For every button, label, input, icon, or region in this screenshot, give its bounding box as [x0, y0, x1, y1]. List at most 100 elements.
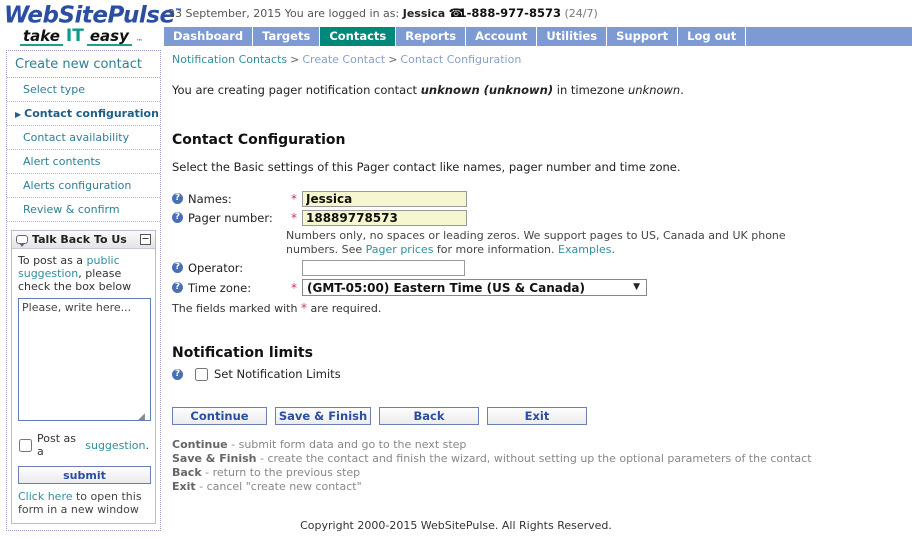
- legend-desc: - create the contact and finish the wiza…: [256, 452, 812, 465]
- names-input[interactable]: [302, 190, 467, 207]
- nav-item-utilities[interactable]: Utilities: [537, 27, 608, 46]
- legend-back: Back - return to the previous step: [172, 466, 902, 480]
- talk-back-text-pre: To post as a: [18, 254, 87, 267]
- nav-item-account[interactable]: Account: [466, 27, 538, 46]
- sidebar-item-contact-availability[interactable]: Contact availability: [7, 126, 160, 150]
- legend-desc: - cancel "create new contact": [195, 480, 362, 493]
- button-legend: Continue - submit form data and go to th…: [172, 438, 902, 494]
- minimize-icon[interactable]: ─: [140, 234, 151, 245]
- tagline-trademark-icon: ™: [135, 37, 143, 46]
- nav-item-contacts[interactable]: Contacts: [320, 27, 397, 46]
- legend-term: Continue: [172, 438, 228, 451]
- pager-hint-line1: Numbers only, no spaces or leading zeros…: [286, 229, 786, 242]
- sidebar-item-alerts-configuration[interactable]: Alerts configuration: [7, 174, 160, 198]
- post-as-suggestion-pre: Post as a: [37, 432, 76, 458]
- chevron-right-icon: ▶: [15, 110, 22, 119]
- legend-desc: - submit form data and go to the next st…: [227, 438, 467, 451]
- nav-item-reports[interactable]: Reports: [396, 27, 467, 46]
- intro-pre: You are creating pager notification cont…: [172, 83, 421, 97]
- header-date: 23 September, 2015: [168, 7, 282, 20]
- sidebar-item-label: Review & confirm: [23, 203, 120, 216]
- sidebar-item-label: Contact availability: [23, 131, 130, 144]
- legend-term: Exit: [172, 480, 196, 493]
- names-row: ? Names: *: [172, 190, 902, 207]
- talk-back-panel: Talk Back To Us ─ To post as a public su…: [11, 230, 156, 524]
- required-note-post: are required.: [306, 302, 382, 315]
- pager-number-hint: Numbers only, no spaces or leading zeros…: [286, 229, 826, 257]
- help-icon-names[interactable]: ?: [172, 193, 183, 204]
- breadcrumb-create-contact[interactable]: Create Contact: [302, 53, 385, 66]
- post-as-suggestion-checkbox[interactable]: [19, 438, 32, 452]
- header-availability: (24/7): [564, 7, 598, 20]
- pager-number-row: ? Pager number: *: [172, 209, 902, 226]
- sidebar-item-alert-contents[interactable]: Alert contents: [7, 150, 160, 174]
- page-footer: Copyright 2000-2015 WebSitePulse. All Ri…: [300, 519, 612, 532]
- help-icon-pager-number[interactable]: ?: [172, 212, 183, 223]
- sidebar-item-label: Alert contents: [23, 155, 101, 168]
- talk-back-title: Talk Back To Us: [32, 233, 127, 246]
- set-notification-limits-row: ? Set Notification Limits: [172, 367, 902, 381]
- nav-item-logout[interactable]: Log out: [678, 27, 747, 46]
- help-icon-operator[interactable]: ?: [172, 262, 183, 273]
- nav-item-targets[interactable]: Targets: [253, 27, 321, 46]
- sidebar-item-label: Contact configuration: [24, 107, 159, 120]
- help-icon-timezone[interactable]: ?: [172, 282, 183, 293]
- examples-link[interactable]: Examples: [558, 243, 611, 256]
- timezone-select-wrap: (GMT-05:00) Eastern Time (US & Canada) ▼: [302, 279, 647, 296]
- talk-back-header: Talk Back To Us ─: [12, 231, 155, 249]
- nav-item-dashboard[interactable]: Dashboard: [164, 27, 254, 46]
- legend-continue: Continue - submit form data and go to th…: [172, 438, 902, 452]
- intro-timezone: unknown: [627, 83, 681, 97]
- pager-number-input[interactable]: [302, 209, 467, 226]
- set-notification-limits-checkbox[interactable]: [195, 367, 208, 381]
- page-header: WebSitePulse™ take IT easy ™ 23 September, …: [0, 0, 912, 48]
- legend-exit: Exit - cancel "create new contact": [172, 480, 902, 494]
- pager-prices-link[interactable]: Pager prices: [366, 243, 434, 256]
- main-navigation: Dashboard Targets Contacts Reports Accou…: [164, 27, 912, 46]
- sidebar-item-contact-configuration[interactable]: ▶ Contact configuration: [7, 102, 160, 126]
- suggestion-link[interactable]: suggestion: [85, 439, 145, 452]
- timezone-label: Time zone:: [188, 280, 252, 295]
- section-description: Select the Basic settings of this Pager …: [172, 160, 681, 174]
- timezone-select[interactable]: (GMT-05:00) Eastern Time (US & Canada): [302, 279, 647, 296]
- header-username: Jessica: [402, 7, 446, 20]
- talk-back-textarea[interactable]: [18, 298, 151, 421]
- legend-term: Back: [172, 466, 202, 479]
- tagline-take: take: [20, 28, 63, 46]
- open-new-window-link[interactable]: Click here: [18, 490, 73, 503]
- legend-term: Save & Finish: [172, 452, 257, 465]
- back-button[interactable]: Back: [379, 407, 479, 425]
- exit-button[interactable]: Exit: [487, 407, 587, 425]
- operator-input[interactable]: [302, 259, 465, 276]
- sidebar-item-review-confirm[interactable]: Review & confirm: [7, 198, 160, 222]
- talk-back-instructions: To post as a public suggestion, please c…: [18, 254, 149, 293]
- logo[interactable]: WebSitePulse™ take IT easy ™: [4, 1, 183, 48]
- required-marker-timezone: *: [291, 280, 297, 295]
- sidebar-item-label: Select type: [23, 83, 86, 96]
- intro-contact-name: unknown (unknown): [420, 83, 554, 97]
- talk-back-submit-button[interactable]: submit: [18, 466, 151, 484]
- nav-filler: [746, 27, 912, 46]
- required-note-pre: The fields marked with: [172, 302, 301, 315]
- breadcrumb-separator-2: >: [388, 53, 398, 66]
- save-and-finish-button[interactable]: Save & Finish: [275, 407, 371, 425]
- breadcrumb-notification-contacts[interactable]: Notification Contacts: [172, 53, 287, 66]
- operator-label: Operator:: [188, 260, 244, 275]
- logo-wordmark: WebSitePulse™: [4, 2, 183, 29]
- main-content: Notification Contacts > Create Contact > Con…: [172, 50, 902, 494]
- sidebar: Create new contact Select type ▶ Contact …: [6, 50, 161, 531]
- logo-tagline: take IT easy ™: [4, 25, 164, 48]
- post-as-suggestion-row: Post as a suggestion.: [18, 432, 149, 458]
- help-icon-notification-limits[interactable]: ?: [172, 368, 183, 380]
- nav-item-support[interactable]: Support: [607, 27, 679, 46]
- post-as-suggestion-post: .: [145, 438, 150, 452]
- tagline-it: IT: [65, 25, 84, 46]
- continue-button[interactable]: Continue: [172, 407, 267, 425]
- intro-end: .: [680, 83, 684, 97]
- pager-hint-line2-end: .: [611, 243, 615, 256]
- phone-icon: ☎: [448, 6, 464, 20]
- sidebar-item-select-type[interactable]: Select type: [7, 78, 160, 102]
- breadcrumb: Notification Contacts > Create Contact > Con…: [172, 50, 902, 66]
- intro-text: You are creating pager notification cont…: [172, 83, 902, 97]
- header-login-text: You are logged in as:: [284, 7, 400, 20]
